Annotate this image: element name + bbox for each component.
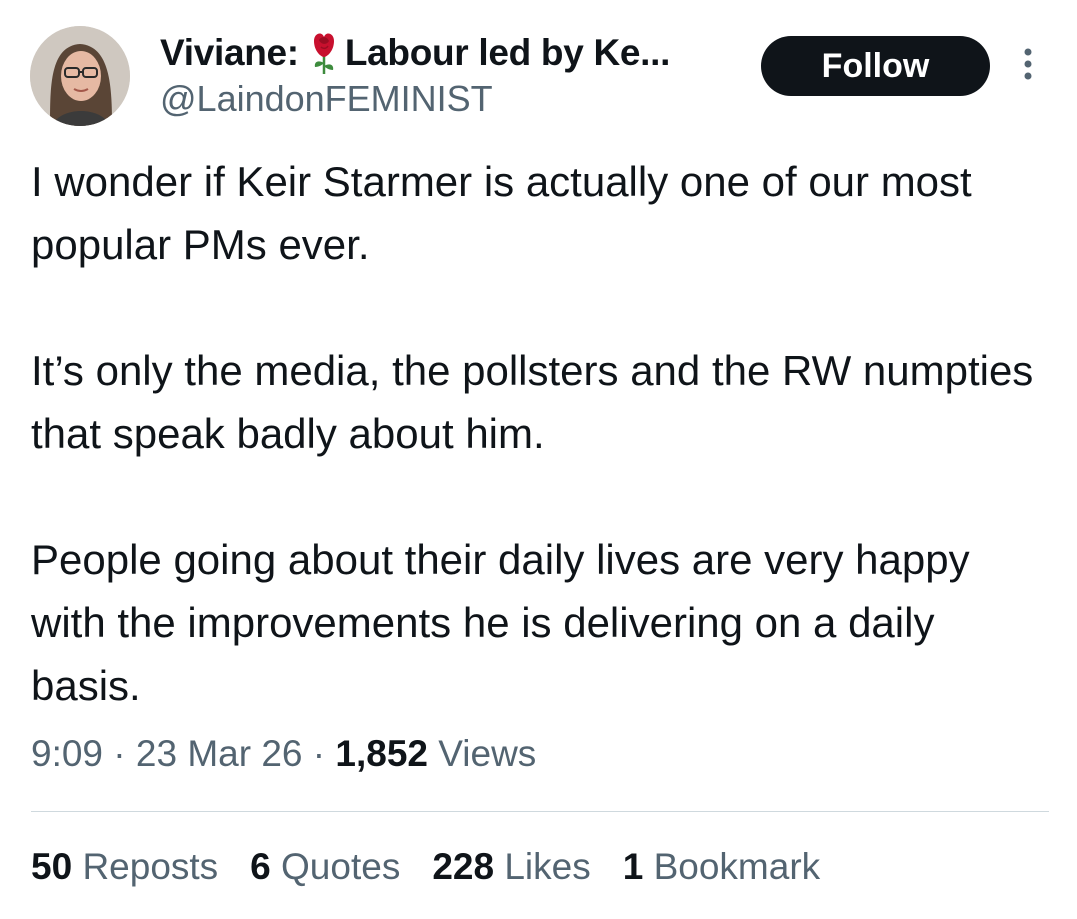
avatar[interactable] (30, 26, 130, 126)
reposts-count: 50 (31, 846, 73, 887)
bookmarks-label: Bookmark (653, 846, 821, 887)
tweet-meta: 9:09 · 23 Mar 26 · 1,852 Views (31, 733, 536, 775)
tweet-paragraph: It’s only the media, the pollsters and t… (31, 347, 1034, 457)
bookmarks-count: 1 (622, 846, 644, 887)
follow-button[interactable]: Follow (761, 36, 990, 96)
meta-separator: · (103, 733, 136, 774)
rose-icon (309, 31, 339, 75)
tweet-date[interactable]: 23 Mar 26 (136, 733, 303, 774)
reposts-label: Reposts (82, 846, 219, 887)
tweet-paragraph: I wonder if Keir Starmer is actually one… (31, 158, 972, 268)
quotes-count: 6 (250, 846, 271, 887)
engagement-stats: 50 Reposts 6 Quotes 228 Likes 1 Bookmark (31, 846, 852, 888)
divider (31, 811, 1049, 812)
views-count: 1,852 (335, 733, 428, 774)
tweet-time[interactable]: 9:09 (31, 733, 103, 774)
bookmarks-stat[interactable]: 1 Bookmark (623, 846, 820, 888)
likes-count: 228 (432, 846, 495, 887)
tweet-card: Viviane: Labour led by Ke... @LaindonFEM… (0, 0, 1077, 919)
likes-stat[interactable]: 228 Likes (432, 846, 590, 888)
views-label: Views (438, 733, 537, 774)
quotes-label: Quotes (281, 846, 401, 887)
avatar-image (30, 26, 130, 126)
author-handle[interactable]: @LaindonFEMINIST (160, 78, 493, 120)
tweet-body: I wonder if Keir Starmer is actually one… (31, 150, 1051, 717)
tweet-paragraph: People going about their daily lives are… (31, 536, 970, 709)
more-options-icon[interactable] (1018, 46, 1038, 86)
quotes-stat[interactable]: 6 Quotes (250, 846, 400, 888)
author-name-row[interactable]: Viviane: Labour led by Ke... (160, 30, 670, 76)
reposts-stat[interactable]: 50 Reposts (31, 846, 218, 888)
author-display-name-prefix[interactable]: Viviane: (160, 32, 299, 74)
meta-separator: · (302, 733, 336, 774)
author-display-name-suffix[interactable]: Labour led by Ke... (345, 32, 671, 74)
likes-label: Likes (504, 846, 591, 887)
